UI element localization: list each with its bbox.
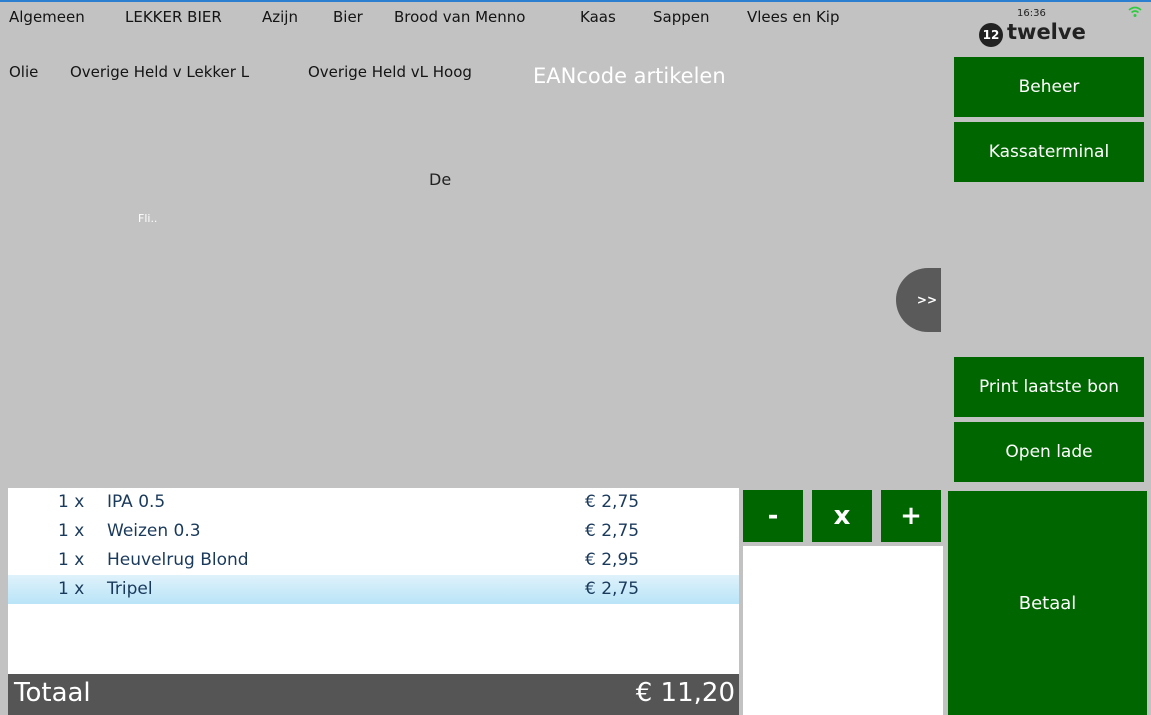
ean-articles-label[interactable]: EANcode artikelen — [533, 64, 726, 88]
category-algemeen[interactable]: Algemeen — [9, 8, 85, 26]
category-olie[interactable]: Olie — [9, 63, 38, 81]
wifi-icon — [1128, 6, 1142, 17]
order-name: IPA 0.5 — [107, 492, 166, 512]
order-line[interactable]: 1 x IPA 0.5 € 2,75 — [8, 488, 739, 517]
kassaterminal-button[interactable]: Kassaterminal — [954, 122, 1144, 182]
category-kaas[interactable]: Kaas — [580, 8, 616, 26]
order-line[interactable]: 1 x Weizen 0.3 € 2,75 — [8, 517, 739, 546]
top-accent-line — [0, 0, 1151, 2]
twelve-logo: 12 twelve — [979, 14, 1109, 48]
order-price: € 2,75 — [585, 521, 640, 541]
category-bier[interactable]: Bier — [333, 8, 363, 26]
beheer-button[interactable]: Beheer — [954, 57, 1144, 117]
order-name: Tripel — [107, 579, 153, 599]
order-qty: 1 x — [58, 579, 85, 599]
expand-tab-button[interactable]: >> — [896, 268, 941, 332]
order-price: € 2,95 — [585, 550, 640, 570]
numpad-panel — [743, 546, 943, 715]
order-qty: 1 x — [58, 550, 85, 570]
logo-text: twelve — [1007, 20, 1086, 44]
category-lekker-bier[interactable]: LEKKER BIER — [125, 8, 222, 26]
category-overige-held-lekker[interactable]: Overige Held v Lekker L — [70, 63, 249, 81]
plus-button[interactable]: + — [881, 490, 941, 542]
minus-button[interactable]: - — [743, 490, 803, 542]
product-tile-text: De — [429, 170, 452, 189]
order-qty: 1 x — [58, 521, 85, 541]
order-price: € 2,75 — [585, 492, 640, 512]
order-qty: 1 x — [58, 492, 85, 512]
total-label: Totaal — [14, 678, 91, 708]
order-list: 1 x IPA 0.5 € 2,75 1 x Weizen 0.3 € 2,75… — [8, 488, 739, 674]
total-amount: € 11,20 — [635, 678, 735, 708]
total-bar: Totaal € 11,20 — [8, 674, 739, 715]
category-brood-van-menno[interactable]: Brood van Menno — [394, 8, 525, 26]
order-line-selected[interactable]: 1 x Tripel € 2,75 — [8, 575, 739, 604]
print-last-receipt-button[interactable]: Print laatste bon — [954, 357, 1144, 417]
product-tile-faint-text: Fli.. — [138, 212, 158, 225]
category-azijn[interactable]: Azijn — [262, 8, 298, 26]
pay-button[interactable]: Betaal — [948, 491, 1147, 715]
open-drawer-button[interactable]: Open lade — [954, 422, 1144, 482]
order-line[interactable]: 1 x Heuvelrug Blond € 2,95 — [8, 546, 739, 575]
order-price: € 2,75 — [585, 579, 640, 599]
category-vlees-en-kip[interactable]: Vlees en Kip — [747, 8, 840, 26]
remove-button[interactable]: x — [812, 490, 872, 542]
order-name: Heuvelrug Blond — [107, 550, 249, 570]
category-overige-held-hoog[interactable]: Overige Held vL Hoog — [308, 63, 472, 81]
logo-mark: 12 — [979, 23, 1003, 47]
category-sappen[interactable]: Sappen — [653, 8, 710, 26]
order-name: Weizen 0.3 — [107, 521, 201, 541]
